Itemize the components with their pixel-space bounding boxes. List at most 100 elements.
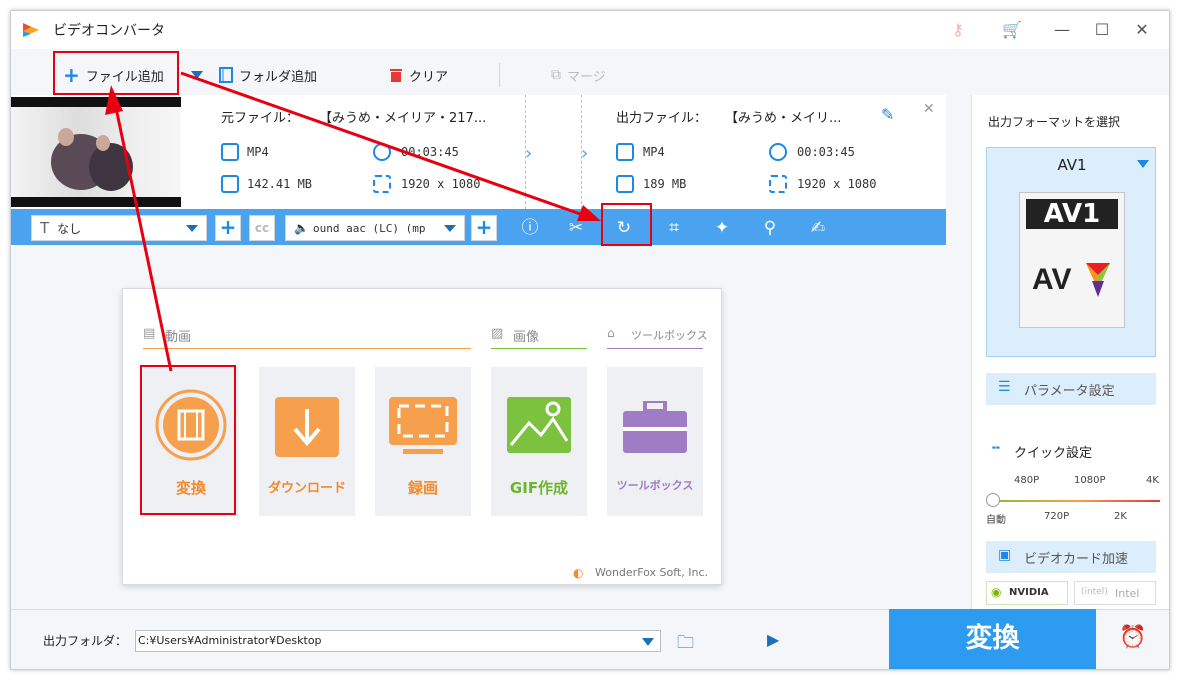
output-folder-input[interactable]: C:¥Users¥Administrator¥Desktop <box>135 630 661 652</box>
image-landscape-icon <box>507 397 571 453</box>
watermark-stamp-icon[interactable]: ⚲ <box>759 217 781 239</box>
video-section-line <box>143 348 471 349</box>
add-file-dropdown-icon[interactable] <box>191 71 203 79</box>
info-icon[interactable]: ⓘ <box>519 217 541 239</box>
quality-label-auto: 自動 <box>986 515 1006 526</box>
folder-size-icon <box>221 175 239 193</box>
trash-icon <box>390 69 402 82</box>
output-file-name: 【みうめ・メイリ... <box>725 111 842 126</box>
add-folder-label: フォルダ追加 <box>239 69 318 85</box>
edit-pencil-icon[interactable]: ✎ <box>881 105 894 124</box>
cart-icon[interactable]: 🛒 <box>1001 19 1023 41</box>
key-icon[interactable]: ⚷ <box>947 19 969 41</box>
gpu-acceleration-button[interactable]: ▣ ビデオカード加速 <box>986 541 1156 573</box>
annotation-box-convert-tile <box>140 365 236 515</box>
folder-size-icon <box>616 175 634 193</box>
file-item[interactable]: 元ファイル： 【みうめ・メイリア・217... MP4 00:03:45 142… <box>11 95 946 209</box>
parameter-settings-button[interactable]: ☰ パラメータ設定 <box>986 373 1156 405</box>
audio-track-select[interactable]: 🔈 ound aac (LC) (mp <box>285 215 465 241</box>
intel-logo-icon: (intel) <box>1081 587 1108 597</box>
quality-label-480p: 480P <box>1014 475 1040 486</box>
edit-toolbar: T なし + cc 🔈 ound aac (LC) (mp + ⓘ ✂ ↻ ⌗ … <box>11 209 946 245</box>
toolbox-tile[interactable]: ツールボックス <box>607 367 703 516</box>
intel-label: Intel <box>1115 587 1140 600</box>
minimize-icon[interactable]: — <box>1051 19 1073 41</box>
intel-toggle[interactable]: (intel) Intel <box>1074 581 1156 605</box>
title-bar: ビデオコンバータ ⚷ 🛒 — ☐ ✕ <box>11 11 1169 49</box>
add-audio-button[interactable]: + <box>471 215 497 241</box>
annotation-box-add-file <box>53 51 179 95</box>
gif-tile-label: GIF作成 <box>509 479 569 497</box>
quality-label-4k: 4K <box>1146 475 1159 486</box>
quality-slider-handle[interactable] <box>986 493 1000 507</box>
close-icon[interactable]: ✕ <box>1131 19 1153 41</box>
remove-file-icon[interactable]: ✕ <box>923 101 935 117</box>
source-file-name: 【みうめ・メイリア・217... <box>319 111 487 126</box>
convert-button[interactable]: 変換 <box>889 609 1096 669</box>
open-output-video-icon[interactable]: ▶ <box>767 630 779 649</box>
toolbox-icon <box>623 401 687 453</box>
output-format: MP4 <box>643 145 665 159</box>
text-icon: T <box>40 219 50 237</box>
download-tile[interactable]: ダウンロード <box>259 367 355 516</box>
choose-format-label: 出力フォーマットを選択 <box>988 115 1121 129</box>
speaker-icon: 🔈 <box>294 221 309 235</box>
clear-label: クリア <box>409 69 449 85</box>
thumbnail-image <box>11 107 181 197</box>
output-folder-label: 出力フォルダ： <box>43 634 128 648</box>
subtitle-select[interactable]: T なし <box>31 215 207 241</box>
quality-label-720p: 720P <box>1044 511 1070 522</box>
video-section-title: 動画 <box>165 330 192 345</box>
toolbox-section-title: ツールボックス <box>631 329 708 342</box>
nvidia-label: NVIDIA <box>1009 587 1049 598</box>
add-subtitle-button[interactable]: + <box>215 215 241 241</box>
image-section-icon: ▨ <box>491 326 504 341</box>
video-thumbnail[interactable] <box>11 97 181 207</box>
add-folder-button[interactable]: フォルダ追加 <box>219 63 317 87</box>
chevron-down-icon[interactable] <box>642 638 654 646</box>
alarm-clock-icon[interactable]: ⏰ <box>1119 625 1146 650</box>
output-duration: 00:03:45 <box>797 145 855 159</box>
resolution-icon <box>769 175 787 193</box>
scissors-icon[interactable]: ✂ <box>565 217 587 239</box>
merge-button[interactable]: ⧉ マージ <box>551 63 606 87</box>
source-resolution: 1920 x 1080 <box>401 177 481 191</box>
sliders-icon: ☰ <box>998 379 1011 395</box>
chevron-down-icon <box>444 225 456 232</box>
toolbox-section-line <box>607 348 703 349</box>
app-title: ビデオコンバータ <box>53 23 165 39</box>
subtitle-edit-icon[interactable]: ✍ <box>807 217 829 239</box>
quality-slider-track[interactable] <box>992 500 1160 502</box>
chip-icon: ▣ <box>998 547 1012 563</box>
format-selector[interactable]: AV1 AV1 AV <box>986 147 1156 357</box>
maximize-icon[interactable]: ☐ <box>1091 19 1113 41</box>
quality-label-1080p: 1080P <box>1074 475 1106 486</box>
image-section-title: 画像 <box>513 330 540 345</box>
source-size: 142.41 MB <box>247 177 313 191</box>
av1-badge: AV1 AV <box>1019 192 1125 328</box>
gif-tile[interactable]: GIF作成 <box>491 367 587 516</box>
wonderfox-logo-icon: ◐ <box>573 566 584 580</box>
crop-icon[interactable]: ⌗ <box>663 217 685 239</box>
clear-button[interactable]: クリア <box>389 63 448 87</box>
source-duration: 00:03:45 <box>401 145 459 159</box>
subtitle-value: なし <box>57 221 82 236</box>
output-folder-path: C:¥Users¥Administrator¥Desktop <box>138 634 322 647</box>
chevron-down-icon <box>186 225 198 232</box>
format-name: AV1 <box>1057 156 1087 174</box>
magic-wand-icon[interactable]: ✦ <box>711 217 733 239</box>
brand-text: WonderFox Soft, Inc. <box>595 566 708 579</box>
source-format: MP4 <box>247 145 269 159</box>
output-resolution: 1920 x 1080 <box>797 177 877 191</box>
nvidia-toggle[interactable]: ◉ NVIDIA <box>986 581 1068 605</box>
image-section-line <box>491 348 587 349</box>
svg-text:AV: AV <box>1032 263 1071 296</box>
cc-icon[interactable]: cc <box>249 215 275 241</box>
app-window: ビデオコンバータ ⚷ 🛒 — ☐ ✕ + ファイル追加 フォルダ追加 クリア ⧉… <box>10 10 1170 670</box>
clock-icon <box>769 143 787 161</box>
record-tile-label: 録画 <box>407 479 438 497</box>
toolbox-tile-label: ツールボックス <box>616 479 694 492</box>
open-folder-icon[interactable]: 🗀 <box>677 630 694 659</box>
record-tile[interactable]: 録画 <box>375 367 471 516</box>
merge-label: マージ <box>567 69 606 85</box>
